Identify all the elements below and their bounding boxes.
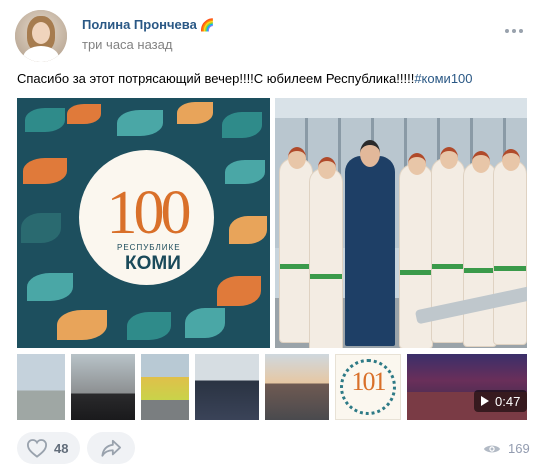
views-count: 169 — [508, 441, 530, 456]
views-counter: 169 — [483, 441, 530, 456]
video-duration-badge[interactable]: 0:47 — [474, 390, 528, 412]
photo-thumbnail[interactable] — [141, 354, 189, 420]
photo-thumbnail-logo[interactable]: 101 — [335, 354, 401, 420]
photo-thumbnail[interactable] — [71, 354, 135, 420]
post-text-body: Спасибо за этот потрясающий вечер!!!!С ю… — [17, 71, 415, 86]
photo-event[interactable] — [275, 98, 527, 348]
author-emoji: 🌈 — [199, 18, 215, 32]
photo-poster[interactable]: 100 РЕСПУБЛИКЕ КОМИ — [17, 98, 270, 348]
share-icon — [101, 439, 121, 457]
heart-icon — [26, 439, 48, 458]
author-name[interactable]: Полина Прончева 🌈 — [82, 17, 215, 32]
like-button[interactable]: 48 — [17, 432, 80, 464]
eye-icon — [483, 445, 501, 452]
post-card: Полина Прончева 🌈 три часа назад Спасибо … — [0, 0, 545, 469]
play-icon — [481, 396, 489, 406]
video-duration: 0:47 — [495, 393, 521, 409]
post-timestamp[interactable]: три часа назад — [82, 37, 172, 52]
poster-number: 100 — [106, 179, 192, 247]
poster-subtitle: РЕСПУБЛИКЕ — [117, 243, 181, 252]
author-avatar[interactable] — [15, 10, 67, 62]
photo-thumbnail[interactable] — [195, 354, 259, 420]
photo-thumbnail[interactable] — [17, 354, 65, 420]
share-button[interactable] — [87, 432, 135, 464]
author-name-text[interactable]: Полина Прончева — [82, 17, 197, 32]
hashtag-link[interactable]: #коми100 — [414, 71, 472, 86]
thumbnail-logo-number: 101 — [351, 367, 387, 396]
poster-title: КОМИ — [125, 253, 181, 274]
like-count: 48 — [54, 440, 69, 456]
more-horizontal-icon[interactable] — [505, 24, 525, 38]
post-text: Спасибо за этот потрясающий вечер!!!!С ю… — [17, 71, 532, 86]
photo-thumbnail[interactable] — [265, 354, 329, 420]
